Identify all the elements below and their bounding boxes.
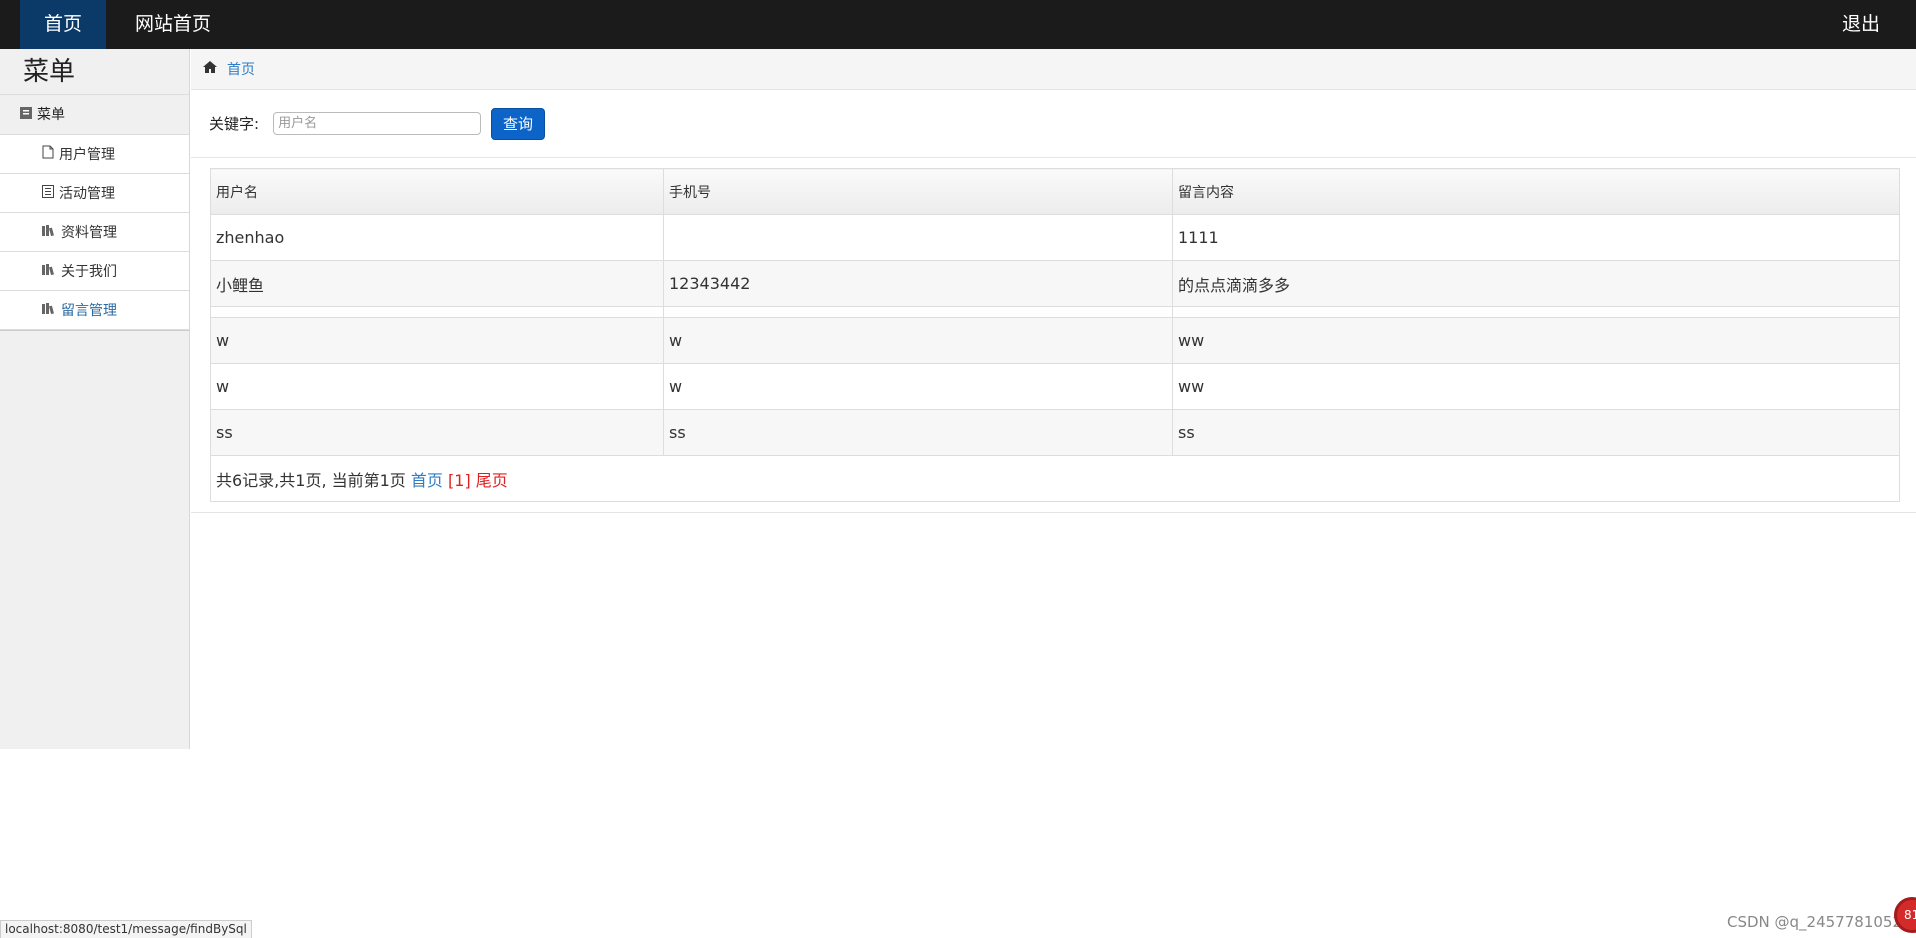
browser-status-url: localhost:8080/test1/message/findBySql xyxy=(0,920,252,938)
cell-phone: 12343442 xyxy=(663,260,1173,307)
csdn-watermark: CSDN @q_2457781052 xyxy=(1727,913,1902,931)
column-header-username: 用户名 xyxy=(210,168,664,215)
cell-content: ss xyxy=(1172,409,1900,456)
cell-content xyxy=(1172,306,1900,318)
pager-first-link[interactable]: 首页 xyxy=(411,471,443,490)
sidebar-item-activity-management[interactable]: 活动管理 xyxy=(0,173,189,213)
cell-username xyxy=(210,306,664,318)
sidebar-menu-header-label: 菜单 xyxy=(37,106,65,123)
nav-site-home-link[interactable]: 网站首页 xyxy=(135,0,211,49)
file-icon xyxy=(42,145,54,163)
cell-username: w xyxy=(210,317,664,364)
home-icon xyxy=(203,61,217,77)
breadcrumb: 首页 xyxy=(191,49,1916,90)
search-bar: 关键字: 查询 xyxy=(191,90,1916,158)
query-button[interactable]: 查询 xyxy=(491,107,546,140)
sidebar-item-label: 关于我们 xyxy=(61,264,117,280)
cell-username: 小鲤鱼 xyxy=(210,260,664,307)
table-row: 小鲤鱼 12343442 的点点滴滴多多 xyxy=(210,260,1900,307)
cell-phone: w xyxy=(663,317,1173,364)
table-row: w w ww xyxy=(210,363,1900,410)
table-row: w w ww xyxy=(210,317,1900,364)
cell-phone xyxy=(663,214,1173,261)
sidebar-menu-list: 用户管理 活动管理 资料管理 关于我们 留言管理 xyxy=(0,134,189,331)
table-header-row: 用户名 手机号 留言内容 xyxy=(210,168,1900,215)
pager-last-link[interactable]: 尾页 xyxy=(476,471,508,490)
nav-home-tab[interactable]: 首页 xyxy=(20,0,106,49)
column-header-phone: 手机号 xyxy=(663,168,1173,215)
column-header-content: 留言内容 xyxy=(1172,168,1900,215)
cell-phone: ss xyxy=(663,409,1173,456)
cell-username: w xyxy=(210,363,664,410)
sidebar-item-user-management[interactable]: 用户管理 xyxy=(0,134,189,174)
sidebar-title: 菜单 xyxy=(0,49,189,95)
table-row: ss ss ss xyxy=(210,409,1900,456)
books-icon xyxy=(42,224,56,240)
pagination: 共6记录,共1页, 当前第1页 首页 [1] 尾页 xyxy=(210,455,1900,502)
main-content: 首页 关键字: 查询 用户名 手机号 留言内容 zhenhao 1111 xyxy=(191,49,1916,513)
sidebar-item-message-management[interactable]: 留言管理 xyxy=(0,290,189,330)
pager-summary: 共6记录,共1页, 当前第1页 xyxy=(216,470,406,490)
cell-content: ww xyxy=(1172,363,1900,410)
menu-book-icon xyxy=(20,95,32,135)
cell-content: ww xyxy=(1172,317,1900,364)
list-icon xyxy=(42,184,54,202)
sidebar-item-label: 留言管理 xyxy=(61,303,117,319)
sidebar-menu-header[interactable]: 菜单 xyxy=(0,95,189,135)
message-table: 用户名 手机号 留言内容 zhenhao 1111 小鲤鱼 12343442 的… xyxy=(210,168,1900,502)
keyword-label: 关键字: xyxy=(209,115,260,133)
books-icon xyxy=(42,263,56,279)
sidebar-item-label: 资料管理 xyxy=(61,225,117,241)
pager-row: 共6记录,共1页, 当前第1页 首页 [1] 尾页 xyxy=(210,455,1900,502)
sidebar: 菜单 菜单 用户管理 活动管理 资料管理 关于我们 留言管理 xyxy=(0,49,190,749)
table-container: 用户名 手机号 留言内容 zhenhao 1111 小鲤鱼 12343442 的… xyxy=(191,158,1916,513)
sidebar-item-label: 用户管理 xyxy=(59,147,115,163)
cell-phone: w xyxy=(663,363,1173,410)
cell-username: zhenhao xyxy=(210,214,664,261)
logout-button[interactable]: 退出 xyxy=(1842,0,1880,49)
cell-username: ss xyxy=(210,409,664,456)
top-navbar: 首页 网站首页 退出 xyxy=(0,0,1916,49)
cell-phone xyxy=(663,306,1173,318)
sidebar-item-label: 活动管理 xyxy=(59,186,115,202)
books-icon xyxy=(42,302,56,318)
pager-current-page[interactable]: [1] xyxy=(448,471,471,490)
table-row: zhenhao 1111 xyxy=(210,214,1900,261)
sidebar-item-resource-management[interactable]: 资料管理 xyxy=(0,212,189,252)
breadcrumb-home-link[interactable]: 首页 xyxy=(227,59,255,79)
cell-content: 的点点滴滴多多 xyxy=(1172,260,1900,307)
cell-content: 1111 xyxy=(1172,214,1900,261)
search-input[interactable] xyxy=(273,112,482,135)
sidebar-item-about-us[interactable]: 关于我们 xyxy=(0,251,189,291)
table-row-empty xyxy=(210,306,1900,318)
